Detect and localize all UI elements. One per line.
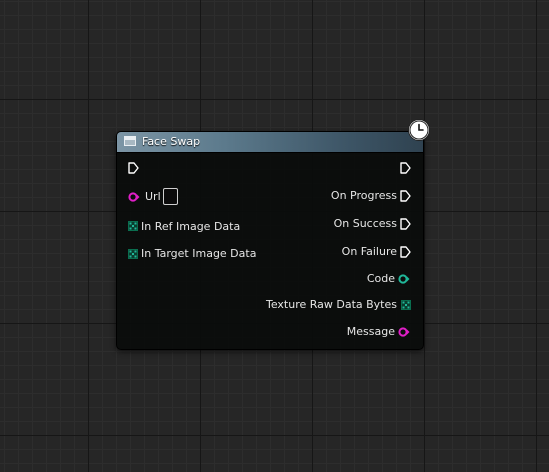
on-failure-label: On Failure <box>341 245 397 258</box>
in-target-image-data-label: In Target Image Data <box>141 247 257 260</box>
exec-in-pin[interactable] <box>128 162 139 174</box>
message-pin[interactable] <box>398 327 410 337</box>
message-label: Message <box>346 325 395 338</box>
on-failure-pin[interactable] <box>400 246 411 258</box>
code-label: Code <box>366 272 395 285</box>
on-progress-label: On Progress <box>330 189 397 202</box>
node-title: Face Swap <box>142 135 201 148</box>
face-swap-node[interactable]: Face Swap Url In Ref Image Data In Targe… <box>116 131 424 350</box>
on-success-label: On Success <box>333 217 397 230</box>
url-label: Url <box>145 190 161 203</box>
url-pin[interactable] <box>128 192 140 202</box>
exec-out-pin[interactable] <box>400 162 411 174</box>
on-success-pin[interactable] <box>400 218 411 230</box>
function-icon <box>124 136 136 146</box>
texture-raw-data-bytes-label: Texture Raw Data Bytes <box>265 298 397 311</box>
node-header[interactable]: Face Swap <box>117 132 423 153</box>
in-ref-image-data-label: In Ref Image Data <box>141 220 241 233</box>
in-ref-image-data-pin[interactable] <box>128 221 138 231</box>
clock-icon <box>408 119 430 141</box>
in-target-image-data-pin[interactable] <box>128 249 138 259</box>
code-pin[interactable] <box>398 274 410 284</box>
url-input[interactable] <box>163 188 178 205</box>
texture-raw-data-bytes-pin[interactable] <box>401 300 411 310</box>
on-progress-pin[interactable] <box>400 190 411 202</box>
